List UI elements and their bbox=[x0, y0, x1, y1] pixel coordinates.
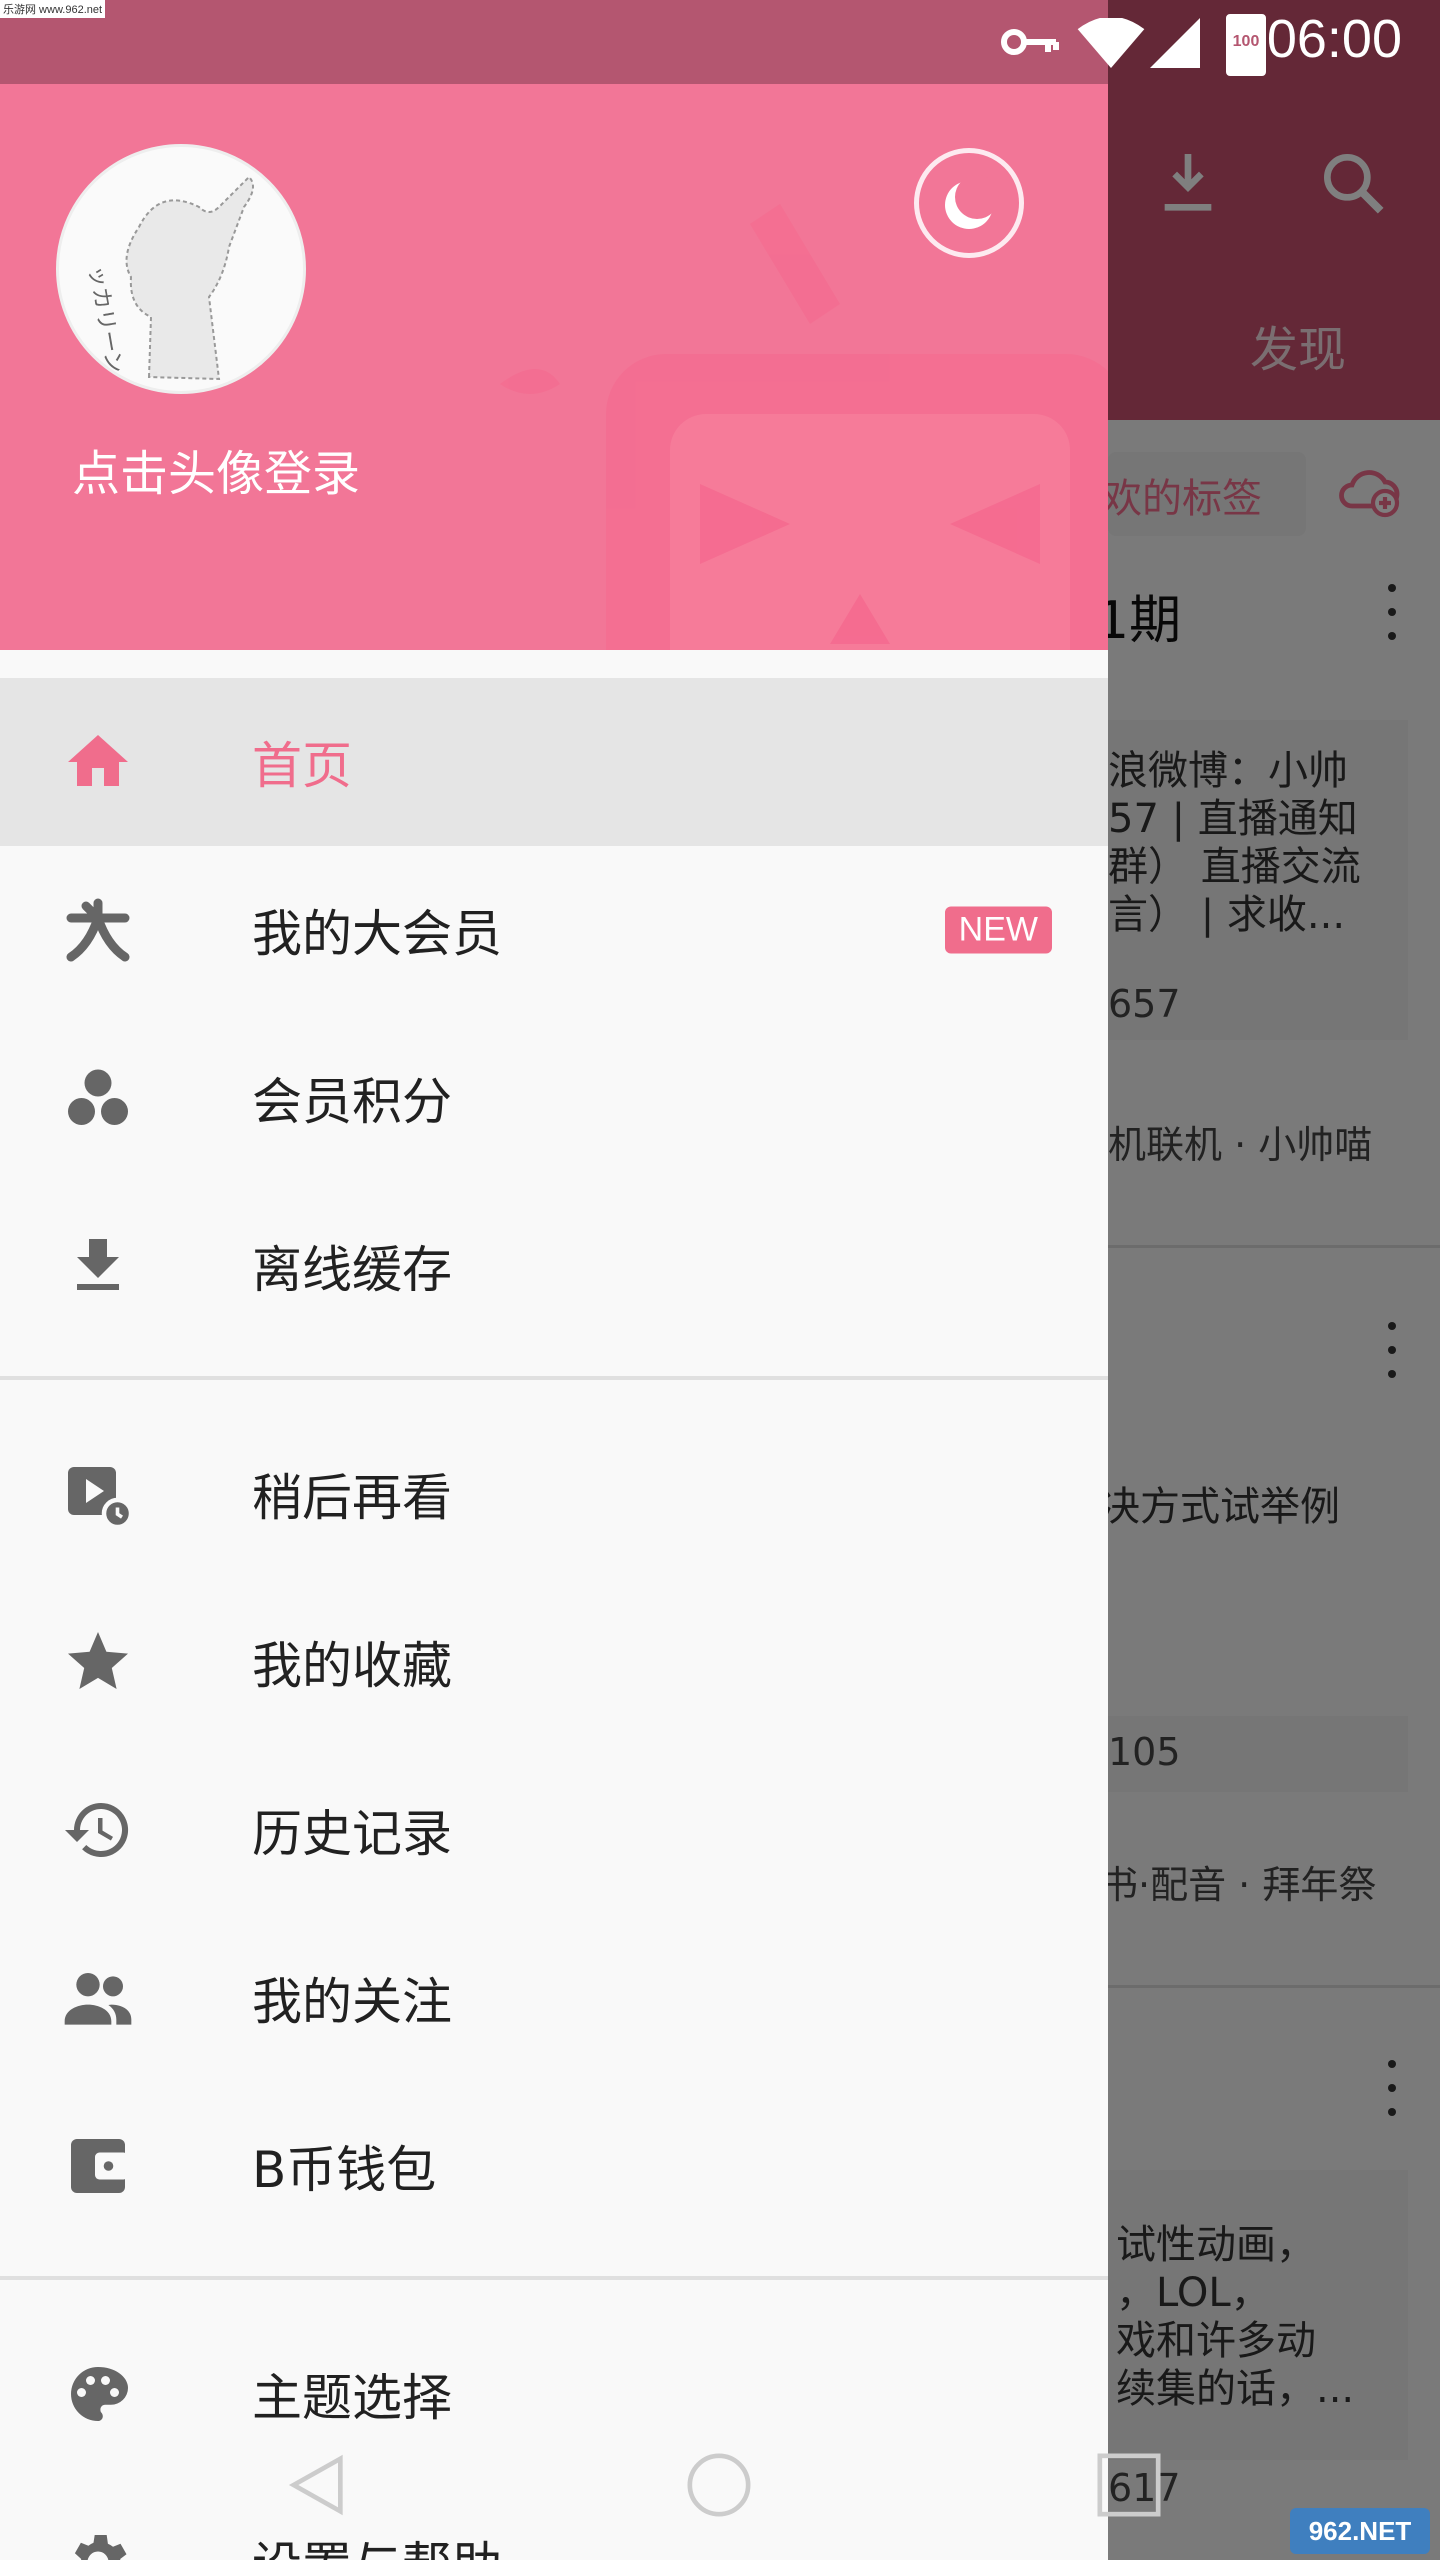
night-mode-button[interactable] bbox=[914, 148, 1024, 258]
svg-text:ッカリーン: ッカリーン bbox=[83, 264, 127, 376]
navigation-drawer: ッカリーン 点击头像登录 首页 我的大会员 NEW 会员积分 离线缓存 稍后再看… bbox=[0, 0, 1108, 2560]
drawer-header: ッカリーン 点击头像登录 bbox=[0, 84, 1108, 650]
menu-item-wallet[interactable]: B币钱包 bbox=[0, 2082, 1108, 2250]
menu-item-vip[interactable]: 我的大会员 NEW bbox=[0, 846, 1108, 1014]
menu-item-history[interactable]: 历史记录 bbox=[0, 1746, 1108, 1914]
menu-label: 我的大会员 bbox=[252, 905, 502, 963]
login-prompt[interactable]: 点击头像登录 bbox=[72, 434, 360, 504]
back-icon[interactable] bbox=[282, 2450, 352, 2520]
menu-item-home[interactable]: 首页 bbox=[0, 678, 1108, 846]
home-icon bbox=[56, 720, 140, 804]
menu-label: 首页 bbox=[252, 737, 352, 795]
history-icon bbox=[56, 1788, 140, 1872]
download-icon bbox=[56, 1224, 140, 1308]
points-icon bbox=[56, 1056, 140, 1140]
home-nav-icon[interactable] bbox=[684, 2450, 754, 2520]
new-badge: NEW bbox=[944, 906, 1052, 954]
avatar-image: ッカリーン bbox=[83, 175, 254, 381]
moon-icon bbox=[945, 175, 999, 229]
menu-label: 我的关注 bbox=[252, 1973, 452, 2031]
vip-icon bbox=[56, 888, 140, 972]
wallet-icon bbox=[56, 2124, 140, 2208]
watermark-logo: 962.NET bbox=[1290, 2508, 1430, 2554]
menu-label: 我的收藏 bbox=[252, 1637, 452, 1695]
system-nav-bar bbox=[0, 2410, 1440, 2560]
people-icon bbox=[56, 1956, 140, 2040]
star-icon bbox=[56, 1620, 140, 1704]
watermark-text: 乐游网 www.962.net bbox=[0, 0, 106, 18]
battery-level: 100 bbox=[1232, 33, 1260, 50]
menu-item-watch-later[interactable]: 稍后再看 bbox=[0, 1410, 1108, 1578]
menu-label: 历史记录 bbox=[252, 1805, 452, 1863]
divider bbox=[0, 2276, 1108, 2280]
status-bar: 100 06:00 bbox=[0, 0, 1440, 84]
recents-icon[interactable] bbox=[1094, 2450, 1164, 2520]
menu-label: 会员积分 bbox=[252, 1073, 452, 1131]
tv-mascot-icon bbox=[500, 204, 1108, 650]
menu-label: 离线缓存 bbox=[252, 1241, 452, 1299]
avatar[interactable]: ッカリーン bbox=[56, 144, 306, 394]
battery-icon: 100 bbox=[1226, 14, 1266, 76]
menu-label: B币钱包 bbox=[252, 2141, 437, 2199]
vpn-key-icon bbox=[1001, 29, 1059, 55]
menu-item-points[interactable]: 会员积分 bbox=[0, 1014, 1108, 1182]
status-time: 06:00 bbox=[1266, 9, 1402, 69]
cell-signal-icon bbox=[1150, 18, 1200, 68]
menu-item-favorites[interactable]: 我的收藏 bbox=[0, 1578, 1108, 1746]
watch-later-icon bbox=[56, 1452, 140, 1536]
menu-item-following[interactable]: 我的关注 bbox=[0, 1914, 1108, 2082]
divider bbox=[0, 1376, 1108, 1380]
wifi-icon bbox=[1077, 18, 1145, 68]
menu-label: 稍后再看 bbox=[252, 1469, 452, 1527]
menu-item-offline-cache[interactable]: 离线缓存 bbox=[0, 1182, 1108, 1350]
